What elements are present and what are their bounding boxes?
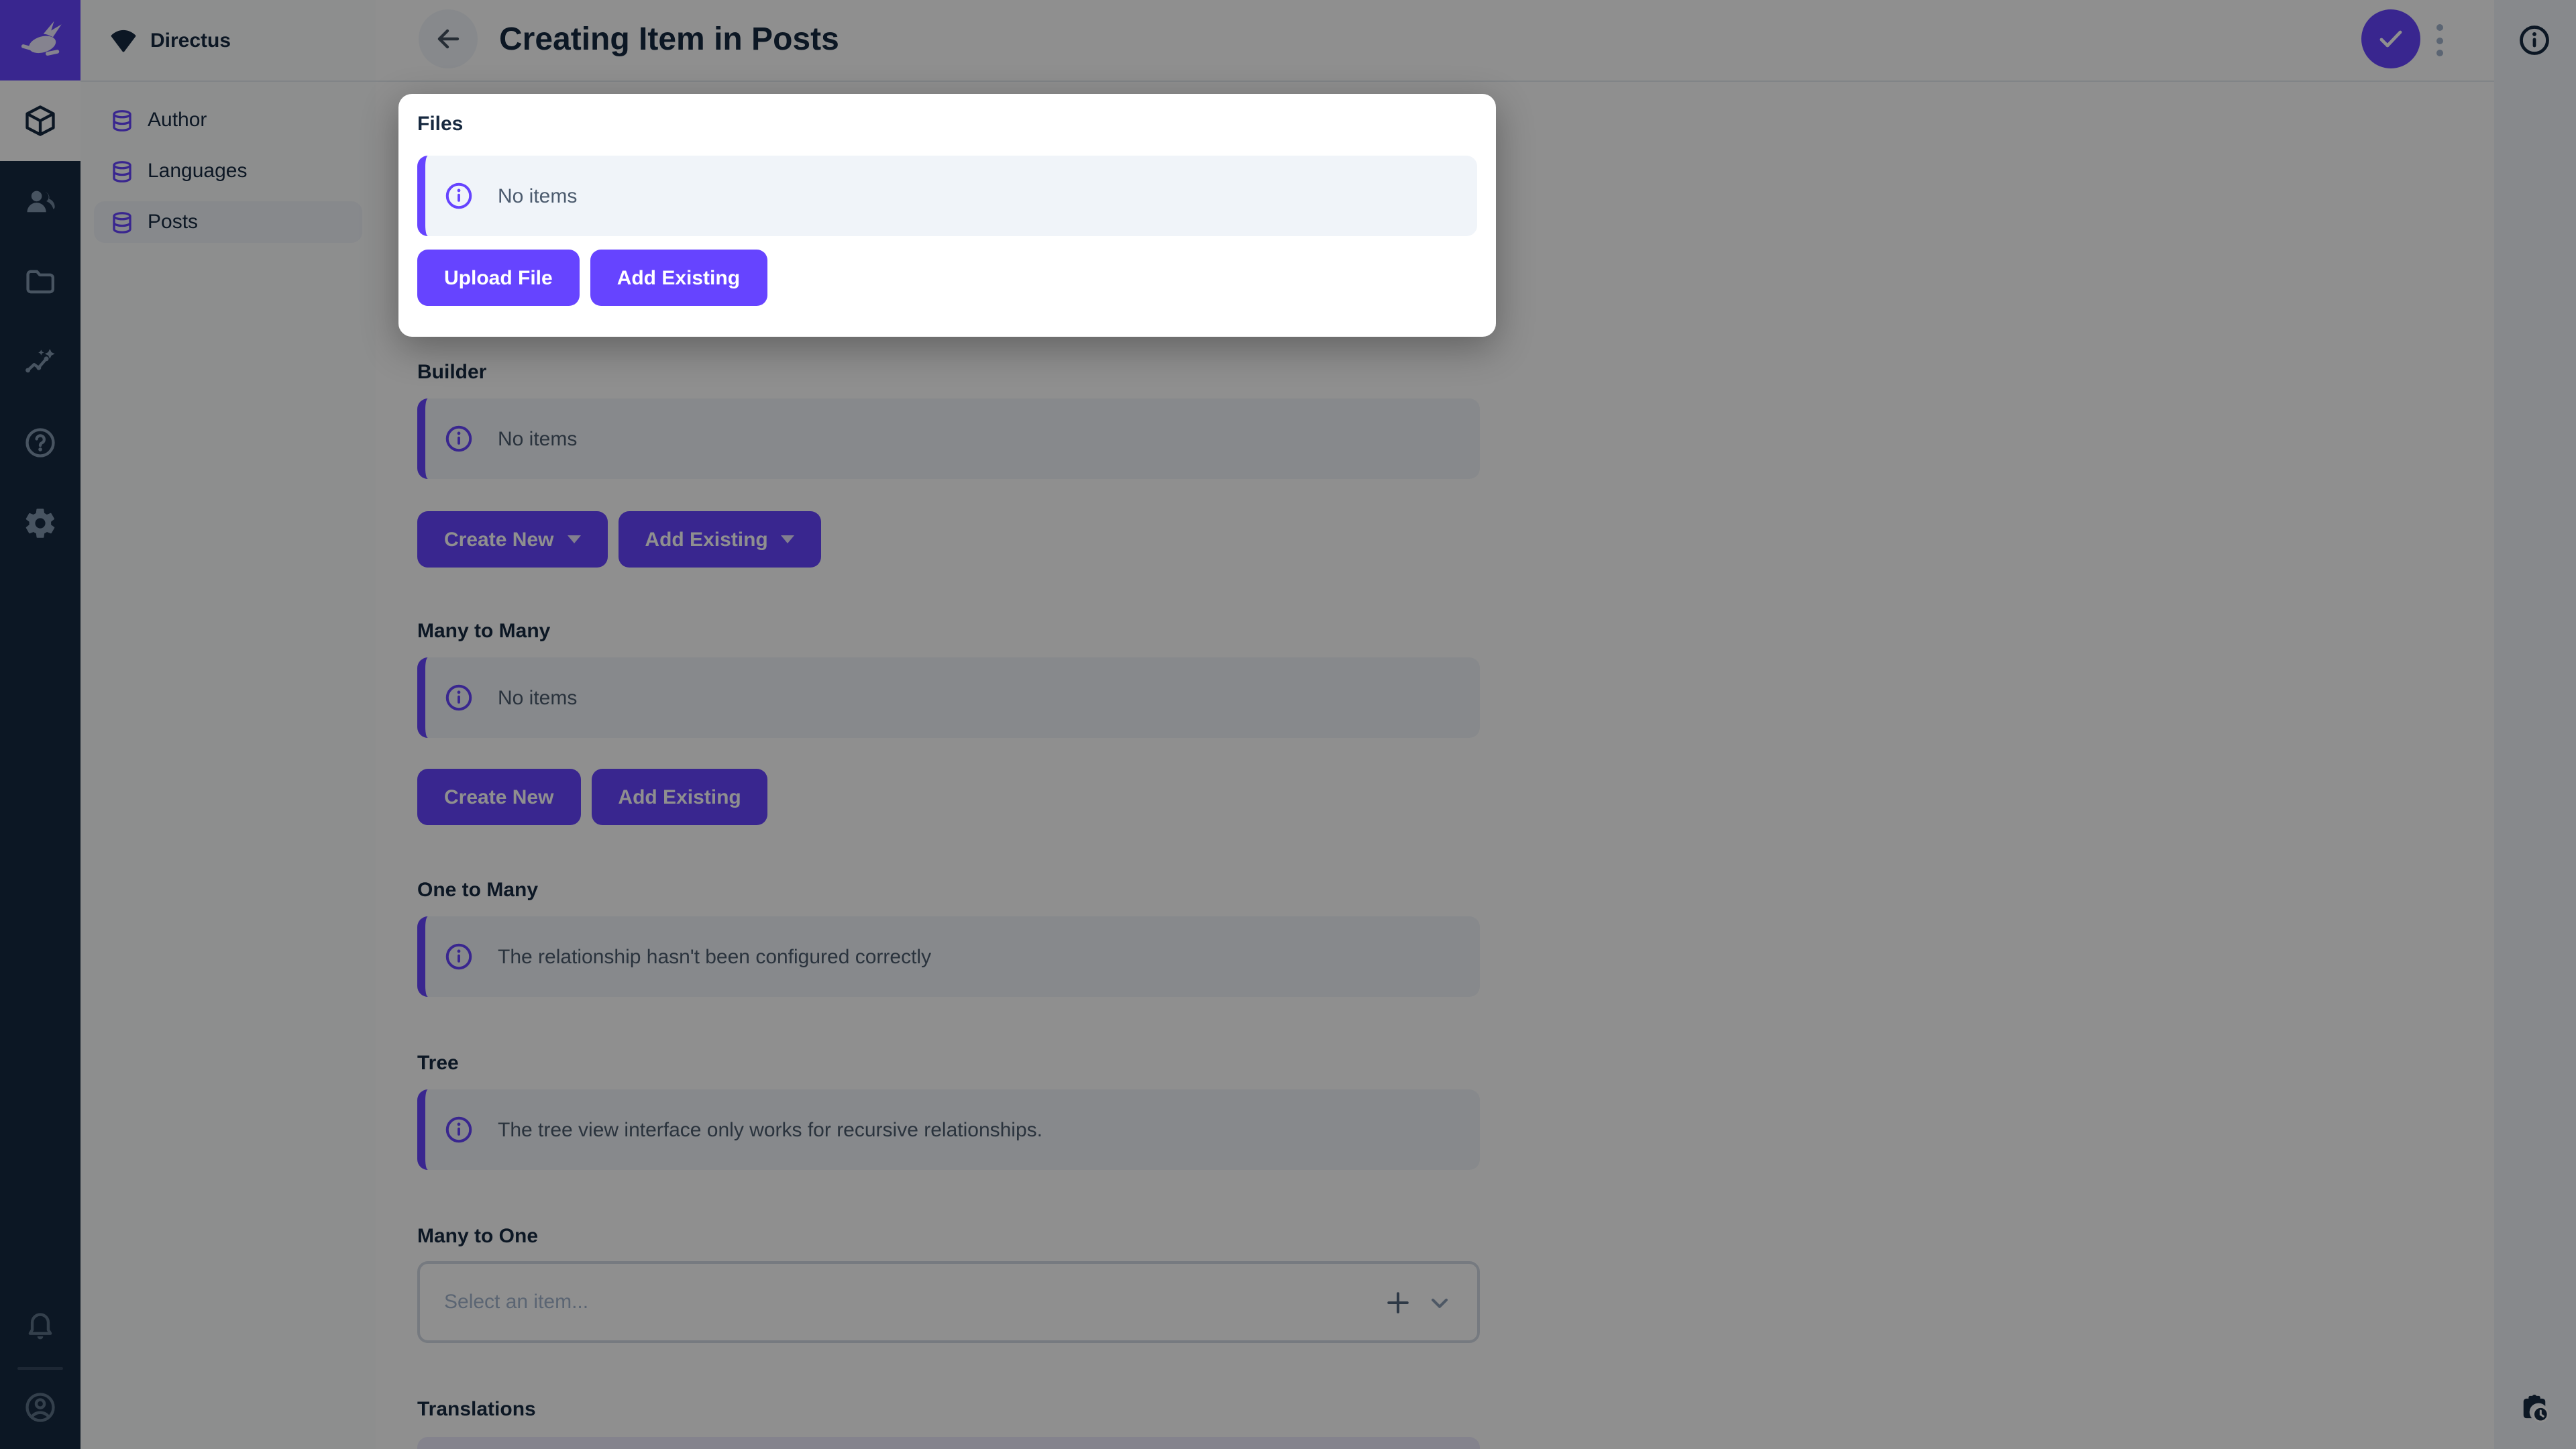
- add-existing-button[interactable]: Add Existing: [590, 250, 767, 306]
- files-buttons: Upload File Add Existing: [417, 250, 767, 306]
- upload-file-button[interactable]: Upload File: [417, 250, 580, 306]
- field-label-files: Files: [417, 113, 464, 136]
- files-field-card: Files No items Upload File Add Existing: [398, 94, 1496, 337]
- files-notice: No items: [417, 156, 1477, 236]
- notice-text: No items: [498, 184, 578, 207]
- directus-app: Directus Author Languages Posts Creating…: [0, 0, 2576, 1449]
- info-icon: [444, 181, 474, 211]
